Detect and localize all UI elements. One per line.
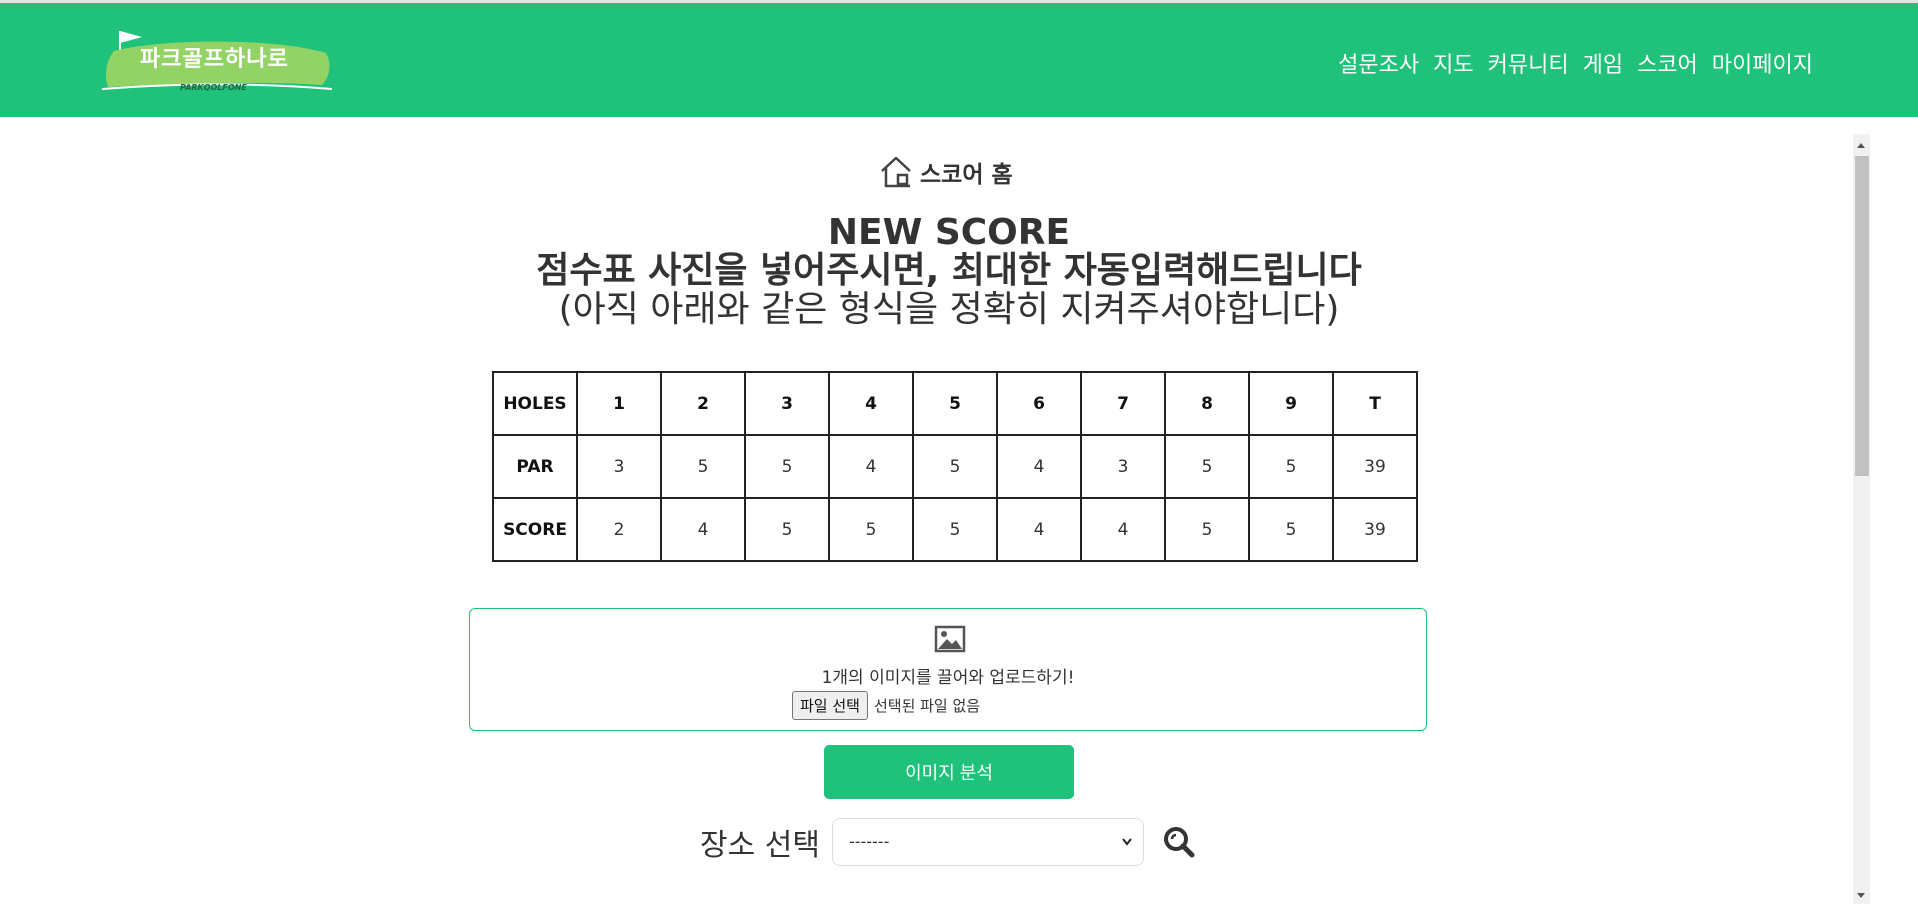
nav-map[interactable]: 지도	[1433, 47, 1473, 79]
logo-title: 파크골프하나로	[140, 47, 289, 72]
table-cell: 39	[1332, 434, 1418, 499]
table-cell: 5	[1164, 497, 1250, 562]
file-select-button[interactable]: 파일 선택	[792, 691, 868, 720]
table-cell: 4	[996, 434, 1082, 499]
file-status-text: 선택된 파일 없음	[873, 697, 981, 715]
scroll-up-icon[interactable]	[1857, 143, 1865, 148]
table-cell: T	[1332, 371, 1418, 436]
table-cell: 7	[1080, 371, 1166, 436]
table-cell: 5	[912, 434, 998, 499]
page-subtitle: 점수표 사진을 넣어주시면, 최대한 자동입력해드립니다	[536, 250, 1362, 291]
table-cell: 1	[576, 371, 662, 436]
nav-community[interactable]: 커뮤니티	[1488, 47, 1569, 79]
table-cell: 5	[660, 434, 746, 499]
image-icon	[934, 625, 966, 653]
table-cell: 5	[912, 371, 998, 436]
table-row: HOLES 1 2 3 4 5 6 7 8 9 T	[492, 371, 1418, 436]
table-cell: 9	[1248, 371, 1334, 436]
table-cell: 5	[744, 434, 830, 499]
score-home-link[interactable]: 스코어 홈	[878, 155, 1013, 189]
table-cell: 5	[1248, 497, 1334, 562]
table-cell: PAR	[492, 434, 578, 499]
nav-game[interactable]: 게임	[1583, 47, 1623, 79]
format-note: (아직 아래와 같은 형식을 정확히 지켜주셔야합니다)	[558, 289, 1340, 330]
analyze-image-button[interactable]: 이미지 분석	[824, 745, 1074, 799]
table-cell: 5	[1164, 434, 1250, 499]
page-scrollbar[interactable]	[1853, 134, 1870, 904]
place-selector: 장소 선택 -------	[700, 818, 1196, 866]
sample-score-table: HOLES 1 2 3 4 5 6 7 8 9 T PAR 3 5 5 4 5 …	[492, 371, 1418, 562]
home-icon	[881, 156, 911, 188]
place-select[interactable]: -------	[831, 818, 1144, 866]
chevron-down-icon	[1121, 819, 1133, 884]
table-cell: 3	[576, 434, 662, 499]
table-cell: 3	[744, 371, 830, 436]
table-cell: 2	[576, 497, 662, 562]
table-cell: 4	[1080, 497, 1166, 562]
table-row: PAR 3 5 5 4 5 4 3 5 5 39	[492, 434, 1418, 499]
scrollbar-thumb[interactable]	[1855, 156, 1869, 476]
image-dropzone[interactable]: 1개의 이미지를 끌어와 업로드하기! 파일 선택 선택된 파일 없음	[469, 608, 1427, 731]
dropzone-instruction: 1개의 이미지를 끌어와 업로드하기!	[821, 668, 1075, 688]
main-nav: 설문조사 지도 커뮤니티 게임 스코어 마이페이지	[1338, 47, 1813, 79]
table-cell: 5	[744, 497, 830, 562]
search-icon[interactable]	[1162, 825, 1196, 859]
place-select-value: -------	[848, 832, 890, 851]
place-label: 장소 선택	[700, 828, 820, 863]
table-cell: 4	[828, 434, 914, 499]
table-cell: 3	[1080, 434, 1166, 499]
table-cell: 8	[1164, 371, 1250, 436]
table-cell: 4	[996, 497, 1082, 562]
logo-subtitle: PARKQOLFONE	[180, 83, 247, 92]
nav-score[interactable]: 스코어	[1637, 47, 1698, 79]
nav-survey[interactable]: 설문조사	[1338, 47, 1419, 79]
table-cell: 6	[996, 371, 1082, 436]
nav-mypage[interactable]: 마이페이지	[1712, 47, 1813, 79]
table-cell: 2	[660, 371, 746, 436]
table-cell: 4	[828, 371, 914, 436]
table-cell: HOLES	[492, 371, 578, 436]
table-cell: 4	[660, 497, 746, 562]
site-logo[interactable]: 파크골프하나로 PARKQOLFONE	[100, 23, 334, 99]
top-header: 파크골프하나로 PARKQOLFONE 설문조사 지도 커뮤니티 게임 스코어 …	[0, 0, 1918, 117]
table-cell: 5	[828, 497, 914, 562]
table-row: SCORE 2 4 5 5 5 4 4 5 5 39	[492, 497, 1418, 562]
table-cell: 5	[1248, 434, 1334, 499]
file-input: 파일 선택 선택된 파일 없음	[792, 691, 980, 720]
table-cell: SCORE	[492, 497, 578, 562]
scroll-down-icon[interactable]	[1857, 893, 1865, 898]
page-title: NEW SCORE	[827, 212, 1071, 253]
table-cell: 39	[1332, 497, 1418, 562]
score-home-label: 스코어 홈	[920, 162, 1013, 188]
table-cell: 5	[912, 497, 998, 562]
title-block: NEW SCORE 점수표 사진을 넣어주시면, 최대한 자동입력해드립니다 (…	[0, 214, 1898, 330]
